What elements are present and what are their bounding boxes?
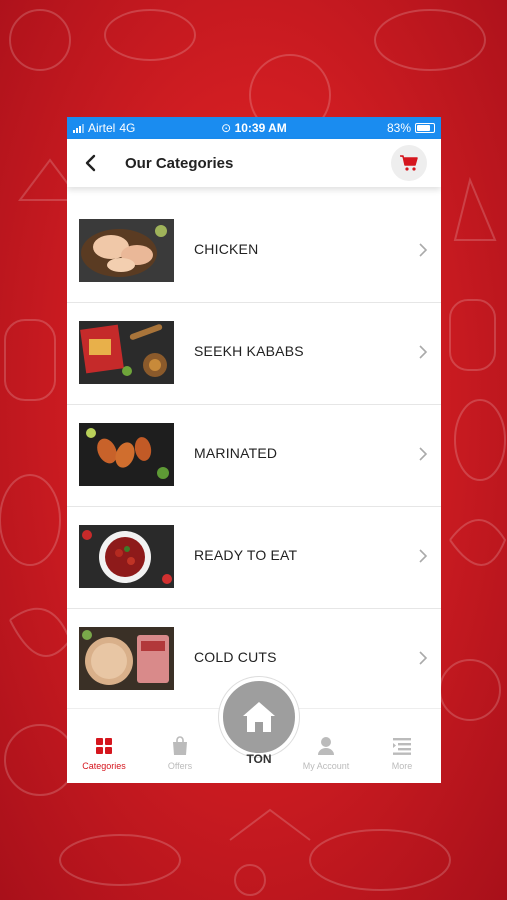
ready-to-eat-thumbnail [79, 525, 174, 588]
category-row-ready-to-eat[interactable]: READY TO EAT [67, 507, 441, 609]
home-button[interactable] [219, 677, 299, 757]
tab-more[interactable]: More [365, 735, 439, 771]
category-row-chicken[interactable]: CHICKEN [67, 201, 441, 303]
chevron-right-icon [419, 651, 428, 665]
menu-list-icon [393, 738, 411, 755]
shopping-bag-icon [173, 736, 187, 755]
status-time-wrap: ⊙ 10:39 AM [67, 121, 441, 135]
cold-cuts-thumbnail [79, 627, 174, 690]
link-icon: ⊙ [221, 121, 235, 135]
tab-my-account[interactable]: My Account [289, 735, 363, 771]
tab-label: Categories [82, 761, 126, 771]
user-icon [318, 737, 334, 755]
status-right: 83% [387, 121, 435, 135]
category-label: CHICKEN [194, 241, 259, 257]
cart-icon [400, 155, 418, 171]
bottom-tab-bar: Categories Offers TON My Account More [67, 677, 441, 783]
status-time: 10:39 AM [234, 121, 287, 135]
category-list: CHICKEN SEEKH KABABS MARINATED READY TO … [67, 201, 441, 711]
status-bar: Airtel 4G ⊙ 10:39 AM 83% [67, 117, 441, 139]
category-label: MARINATED [194, 445, 278, 461]
chevron-right-icon [419, 549, 428, 563]
app-header: Our Categories [67, 139, 441, 187]
chevron-right-icon [419, 243, 428, 257]
seekh-kababs-thumbnail [79, 321, 174, 384]
page-title: Our Categories [125, 154, 234, 172]
chevron-right-icon [419, 345, 428, 359]
category-label: COLD CUTS [194, 649, 277, 665]
battery-percent: 83% [386, 121, 411, 135]
tab-offers[interactable]: Offers [143, 735, 217, 771]
cart-button[interactable] [391, 145, 427, 181]
chicken-thumbnail [79, 219, 174, 282]
tab-label: Offers [167, 761, 193, 771]
tab-label: My Account [302, 761, 350, 771]
category-row-marinated[interactable]: MARINATED [67, 405, 441, 507]
chevron-right-icon [419, 447, 428, 461]
app-screen: Airtel 4G ⊙ 10:39 AM 83% Our Categories [67, 117, 441, 783]
back-arrow-icon[interactable] [81, 153, 101, 173]
tab-label: More [391, 761, 413, 771]
category-label: SEEKH KABABS [194, 343, 304, 359]
grid-icon [96, 738, 112, 754]
home-label: TON [246, 752, 272, 766]
home-icon [243, 702, 275, 732]
tab-categories[interactable]: Categories [67, 735, 141, 771]
marinated-thumbnail [79, 423, 174, 486]
category-label: READY TO EAT [194, 547, 298, 563]
battery-icon [415, 123, 435, 133]
category-row-seekh-kababs[interactable]: SEEKH KABABS [67, 303, 441, 405]
